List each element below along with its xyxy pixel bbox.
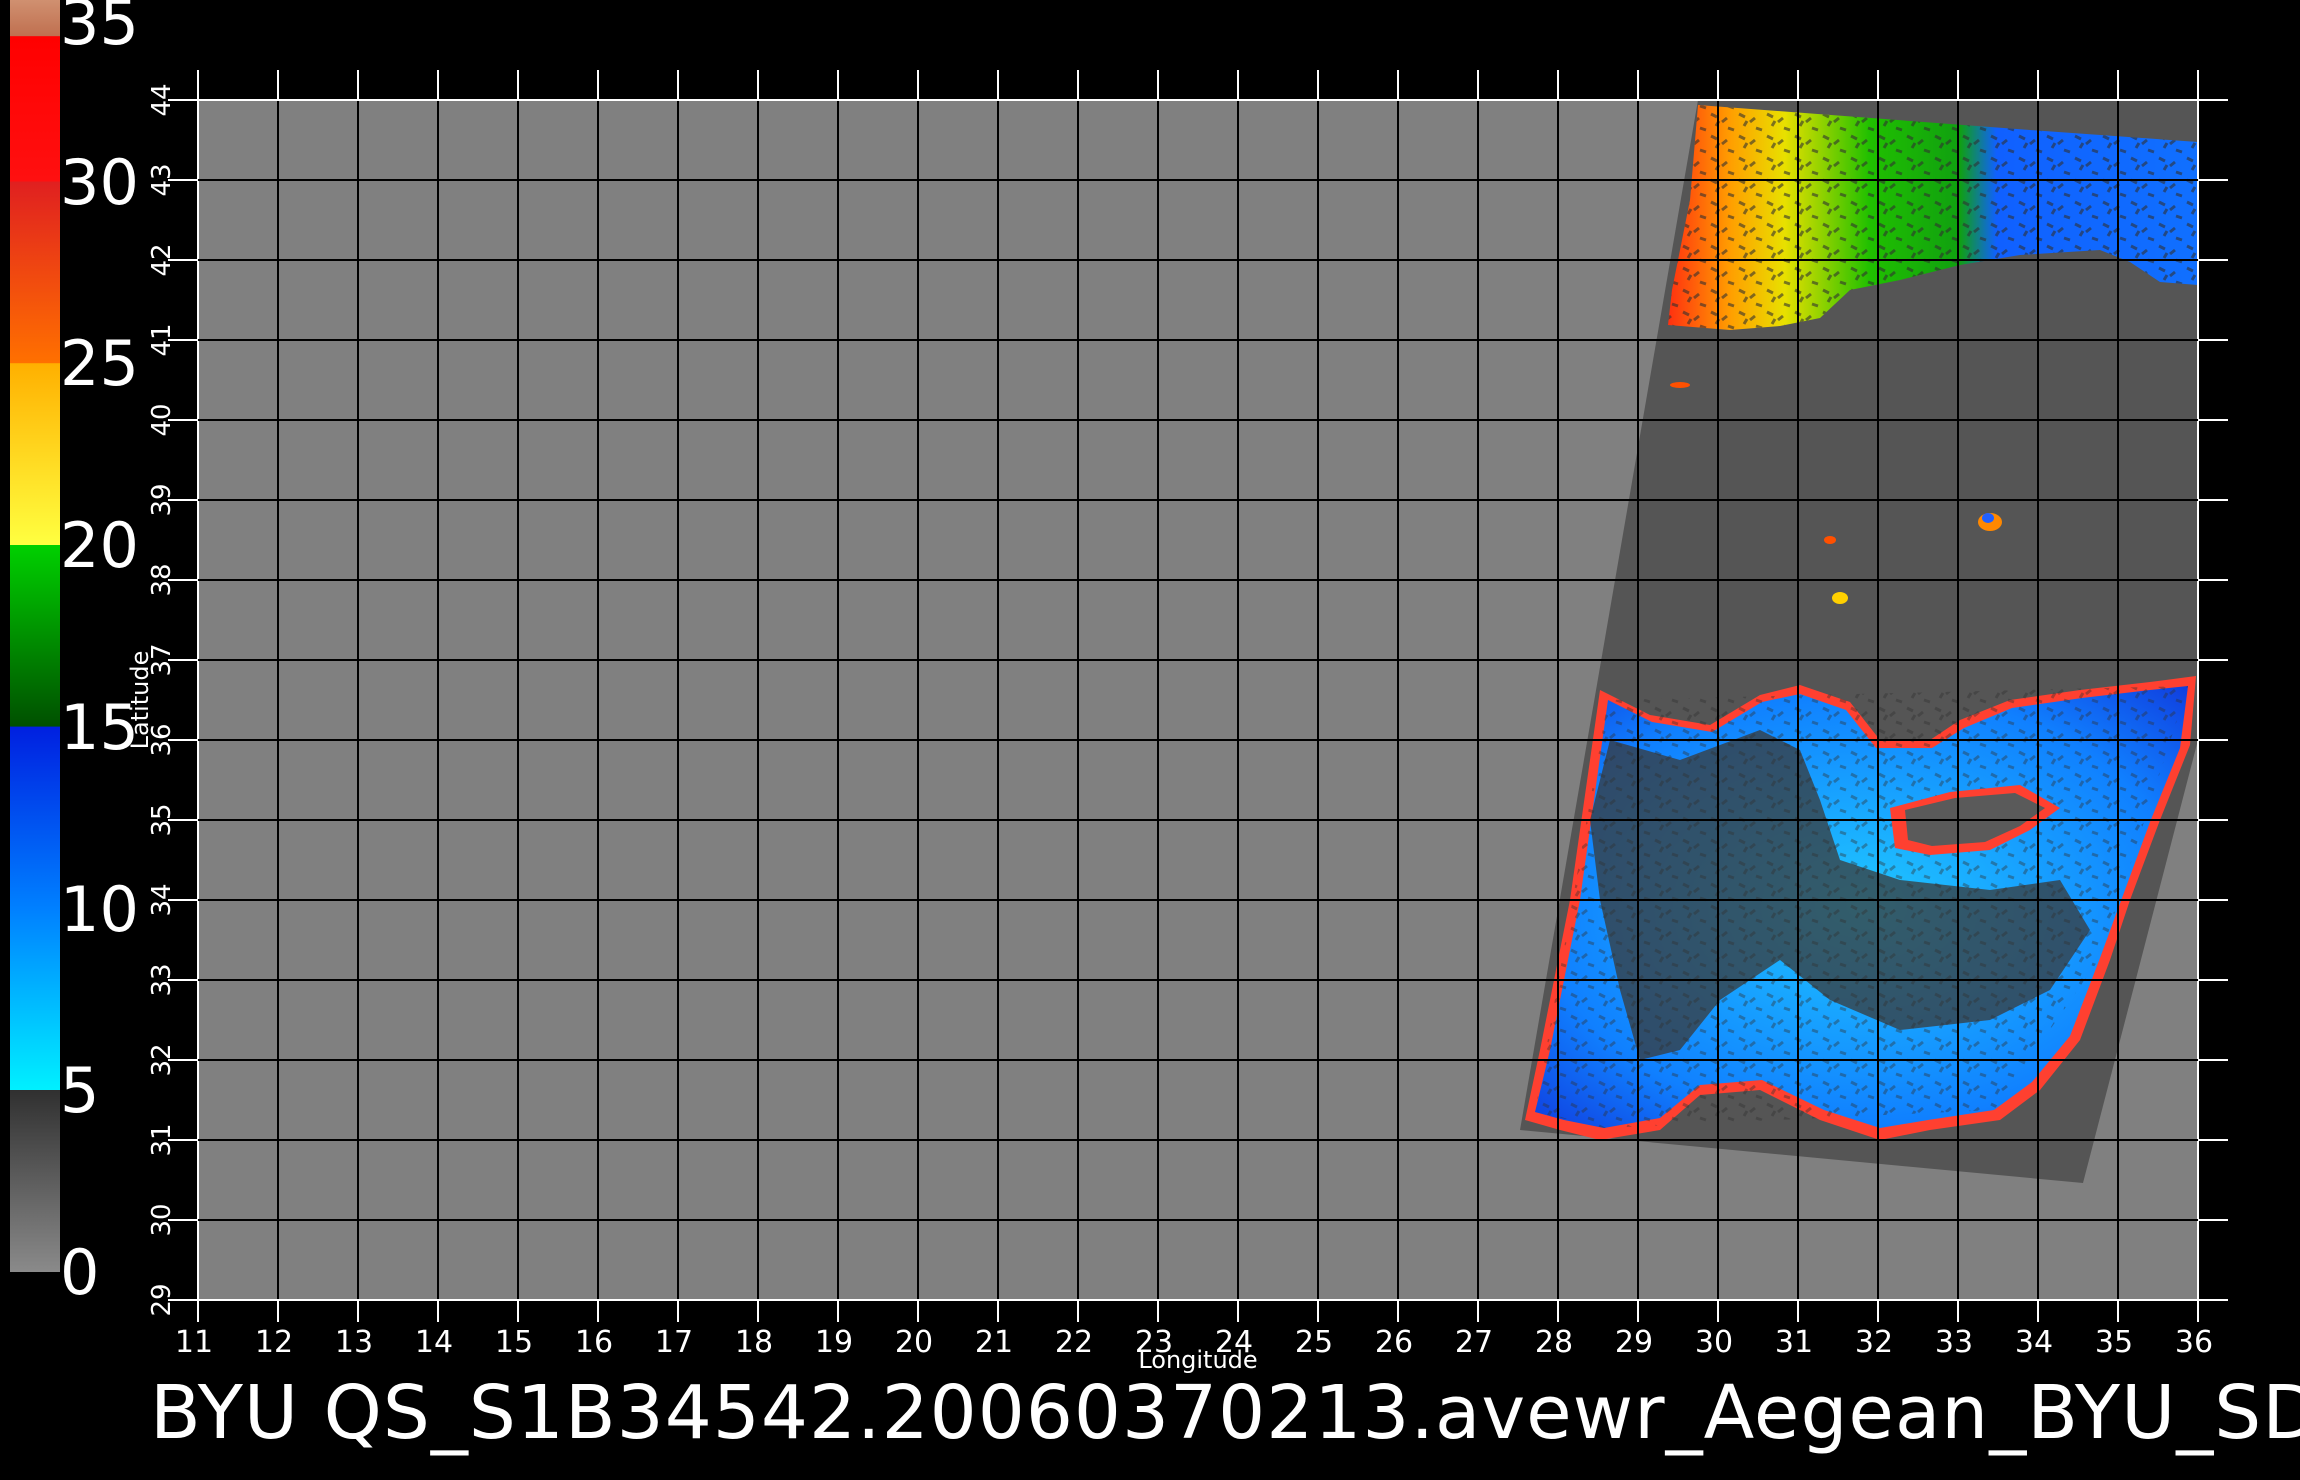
longitude-tick-36: 36: [2175, 1325, 2213, 1360]
longitude-tick-15: 15: [495, 1325, 533, 1360]
latitude-tick-43: 43: [147, 163, 177, 196]
colorbar-label-15: 15: [60, 690, 139, 764]
longitude-tick-34: 34: [2015, 1325, 2053, 1360]
longitude-tick-22: 22: [1055, 1325, 1093, 1360]
longitude-tick-12: 12: [255, 1325, 293, 1360]
longitude-tick-27: 27: [1455, 1325, 1493, 1360]
longitude-tick-20: 20: [895, 1325, 933, 1360]
longitude-tick-18: 18: [735, 1325, 773, 1360]
longitude-tick-11: 11: [175, 1325, 213, 1360]
latitude-tick-30: 30: [147, 1203, 177, 1236]
longitude-tick-16: 16: [575, 1325, 613, 1360]
wind-speed-map: 11 12 13 14 15 16 17 18 19 20 21 22 23 24 25 26 27 28 29 30…: [10, 0, 2228, 1374]
colorbar-label-10: 10: [60, 872, 139, 946]
colorbar-label-0: 0: [60, 1236, 100, 1309]
longitude-tick-19: 19: [815, 1325, 853, 1360]
longitude-tick-32: 32: [1855, 1325, 1893, 1360]
colorbar: [10, 0, 60, 1272]
latitude-tick-38: 38: [147, 563, 177, 596]
file-title: BYU QS_S1B34542.20060370213.avewr_Aegean…: [150, 1370, 2300, 1456]
longitude-tick-28: 28: [1535, 1325, 1573, 1360]
latitude-tick-33: 33: [147, 963, 177, 996]
colorbar-label-25: 25: [60, 327, 139, 401]
latitude-tick-41: 41: [147, 323, 177, 356]
longitude-tick-30: 30: [1695, 1325, 1733, 1360]
latitude-tick-34: 34: [147, 883, 177, 916]
island-patch: [1832, 592, 1848, 604]
longitude-tick-14: 14: [415, 1325, 453, 1360]
longitude-tick-31: 31: [1775, 1325, 1813, 1360]
latitude-tick-44: 44: [147, 83, 177, 116]
longitude-tick-35: 35: [2095, 1325, 2133, 1360]
latitude-tick-39: 39: [147, 483, 177, 516]
latitude-tick-42: 42: [147, 243, 177, 276]
latitude-tick-29: 29: [147, 1283, 177, 1316]
island-patch: [1670, 382, 1690, 388]
longitude-tick-21: 21: [975, 1325, 1013, 1360]
longitude-tick-25: 25: [1295, 1325, 1333, 1360]
colorbar-label-35: 35: [60, 0, 139, 59]
colorbar-label-5: 5: [60, 1054, 100, 1128]
latitude-tick-31: 31: [147, 1123, 177, 1156]
longitude-tick-33: 33: [1935, 1325, 1973, 1360]
latitude-tick-35: 35: [147, 803, 177, 836]
latitude-tick-40: 40: [147, 403, 177, 436]
island-patch: [1824, 536, 1836, 544]
latitude-tick-32: 32: [147, 1043, 177, 1076]
longitude-tick-29: 29: [1615, 1325, 1653, 1360]
longitude-tick-13: 13: [335, 1325, 373, 1360]
island-patch: [1982, 513, 1994, 523]
longitude-tick-26: 26: [1375, 1325, 1413, 1360]
colorbar-label-30: 30: [60, 145, 139, 219]
longitude-tick-17: 17: [655, 1325, 693, 1360]
colorbar-label-20: 20: [60, 509, 139, 583]
